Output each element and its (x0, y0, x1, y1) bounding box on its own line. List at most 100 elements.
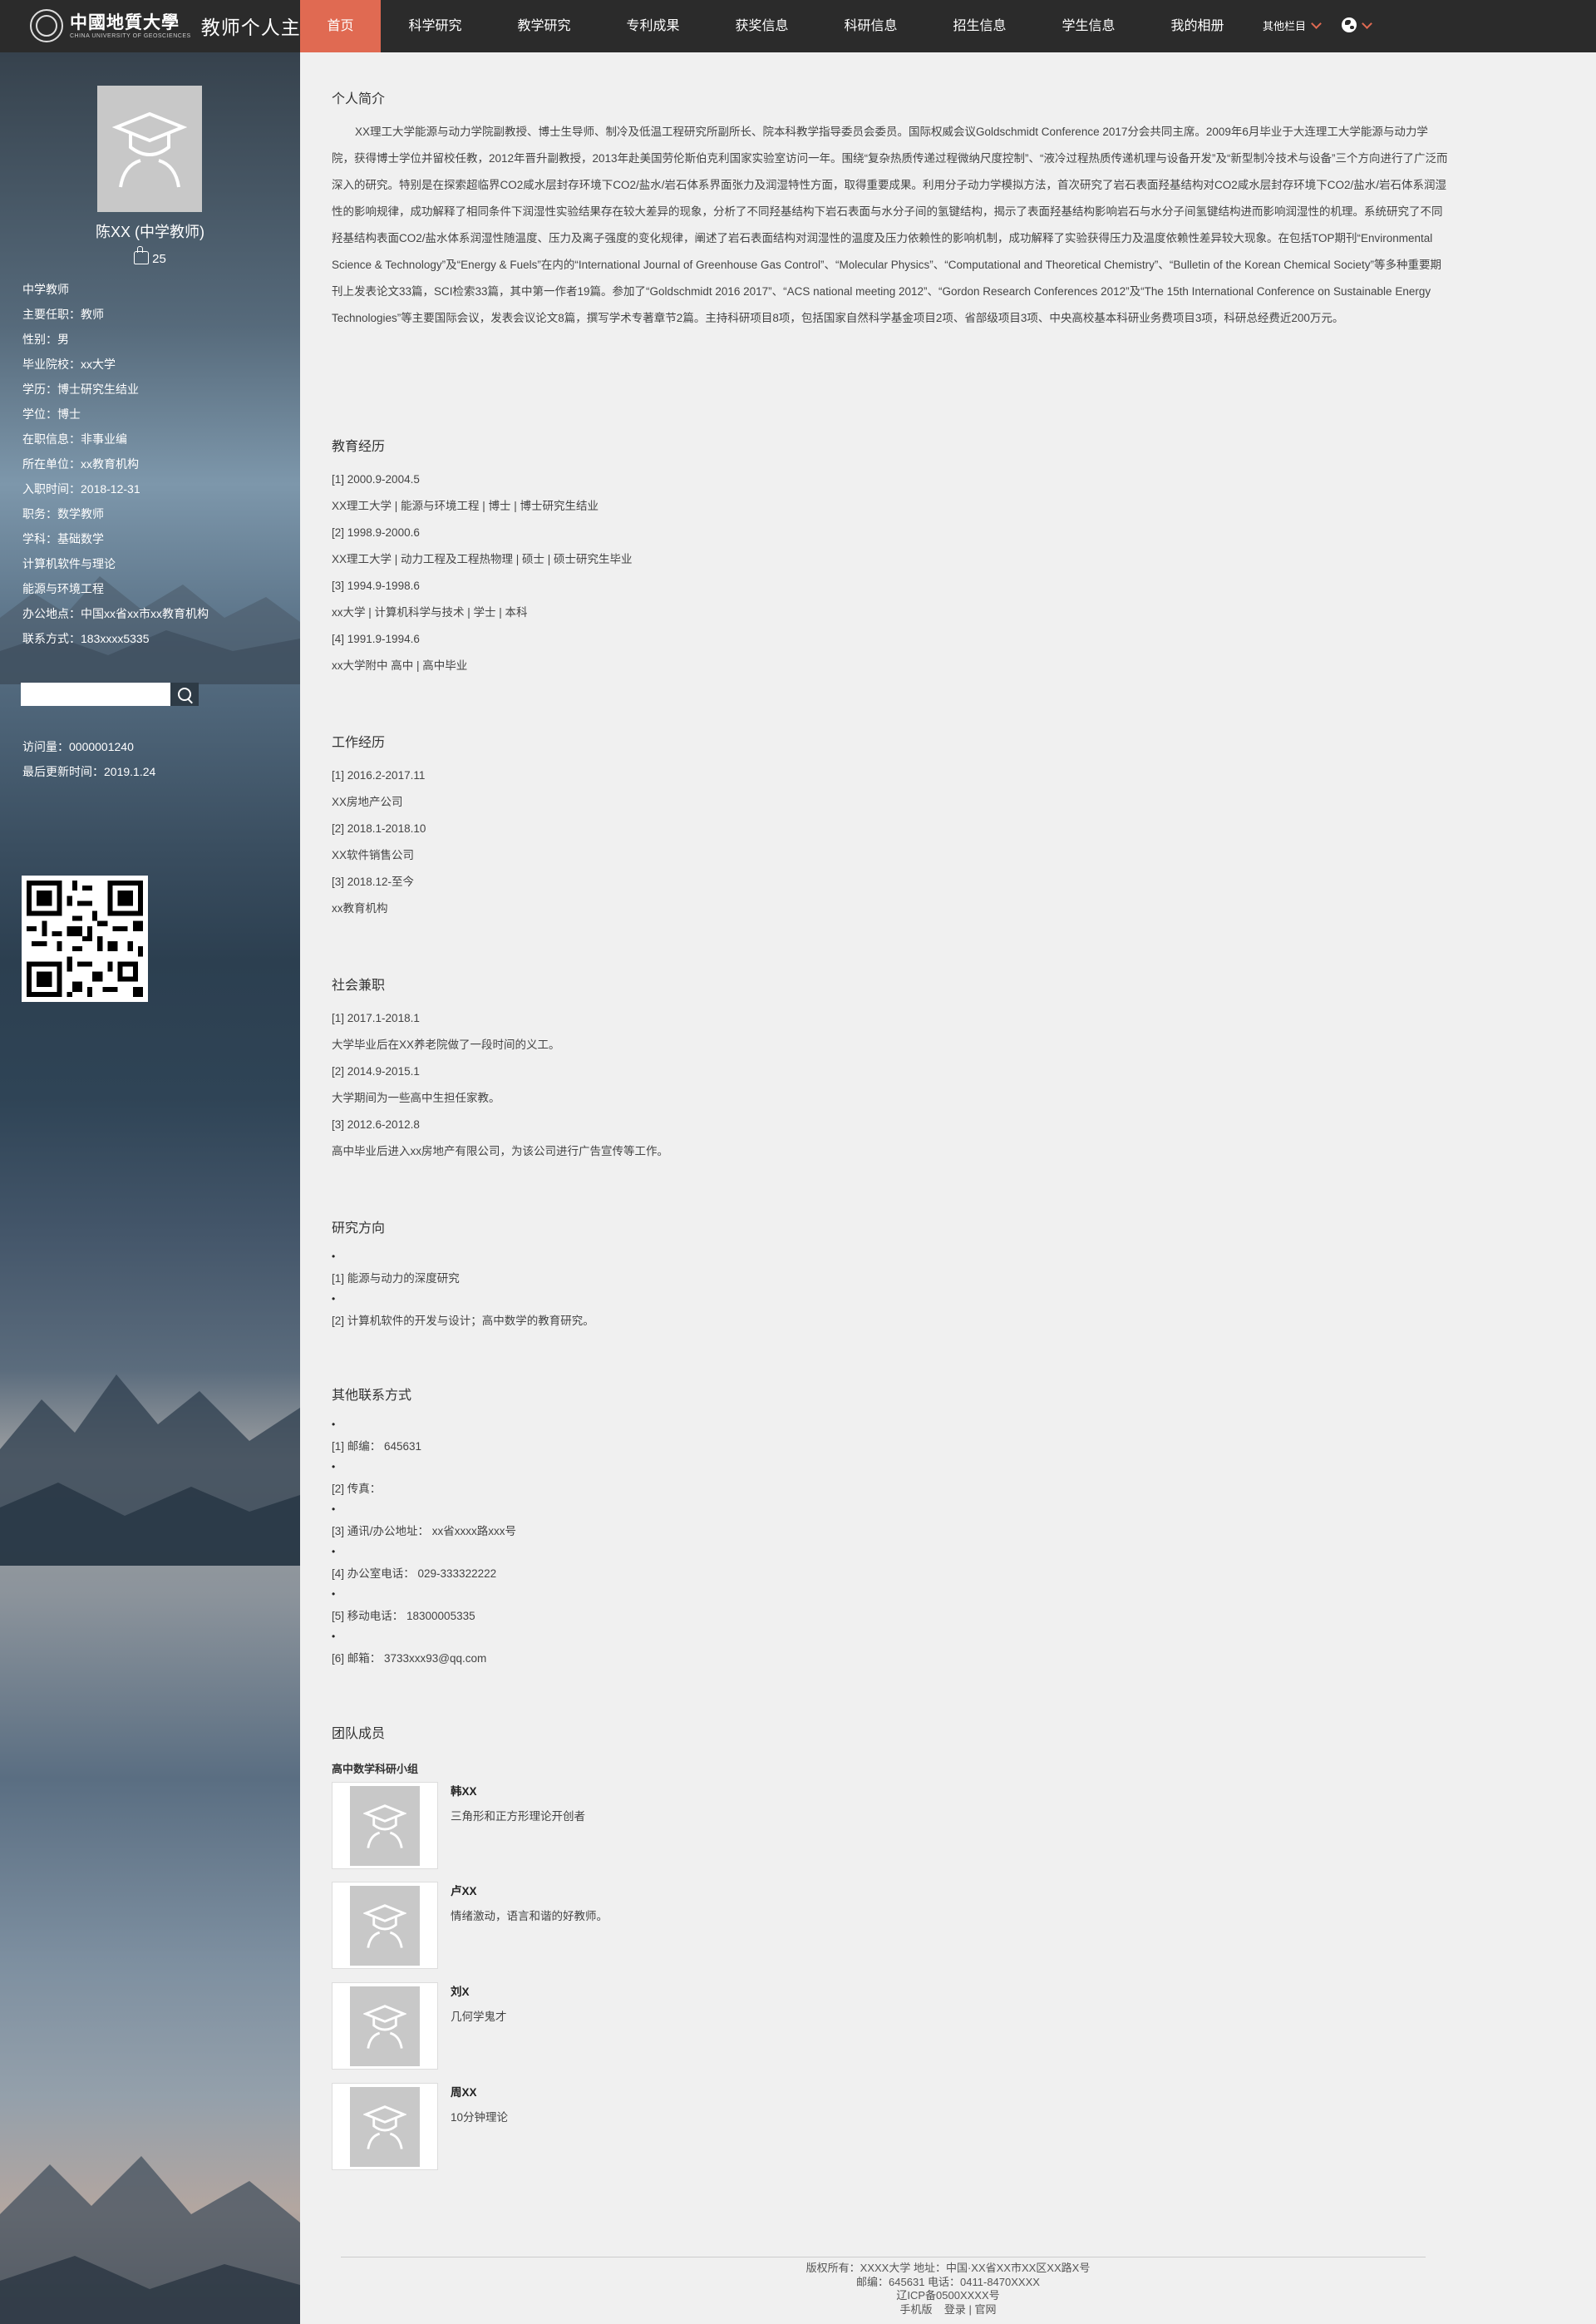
info-office: 办公地点：中国xx省xx市xx教育机构 (22, 607, 209, 620)
mobile-version-link[interactable]: 手机版 (899, 2303, 932, 2316)
top-navbar: 中國地質大學 CHINA UNIVERSITY OF GEOSCIENCES 教… (0, 0, 1596, 52)
profile-avatar (97, 86, 202, 212)
research-item: [2] 计算机软件的开发与设计；高中数学的教育研究。 (332, 1314, 594, 1327)
search-input[interactable] (21, 683, 170, 706)
research-list: • [1] 能源与动力的深度研究 • [2] 计算机软件的开发与设计；高中数学的… (332, 1246, 594, 1331)
nav-patents[interactable]: 专利成果 (598, 0, 707, 52)
education-list: [1] 2000.9-2004.5 XX理工大学 | 能源与环境工程 | 博士 … (332, 466, 633, 679)
nav-scientific-research[interactable]: 科学研究 (381, 0, 490, 52)
like-counter[interactable]: 25 (0, 246, 300, 266)
info-gender: 性别：男 (22, 333, 69, 346)
social-date: [3] 2012.6-2012.8 (332, 1118, 420, 1131)
member-photo[interactable] (332, 1982, 438, 2070)
member-photo[interactable] (332, 1782, 438, 1869)
list-bullet: • (332, 1293, 336, 1305)
info-unit: 所在单位：xx教育机构 (22, 457, 139, 471)
footer-icp[interactable]: 辽ICP备0500XXXX号 (300, 2289, 1596, 2303)
work-date: [2] 2018.1-2018.10 (332, 822, 426, 835)
member-desc: 几何学鬼才 (451, 2011, 507, 2023)
contact-list: • [1] 邮编： 645631 • [2] 传真： • [3] 通讯/办公地址… (332, 1414, 516, 1669)
education-date: [3] 1994.9-1998.6 (332, 580, 420, 592)
teacher-avatar-icon (363, 2004, 406, 2049)
search-button[interactable] (170, 683, 199, 706)
info-subject-3: 能源与环境工程 (22, 582, 104, 595)
work-title: 工作经历 (332, 736, 386, 750)
university-seal-icon (30, 9, 63, 42)
member-desc: 情绪激动，语言和谐的好教师。 (451, 1910, 608, 1922)
login-link[interactable]: 登录 (944, 2303, 966, 2316)
member-name[interactable]: 周XX (451, 2083, 477, 2099)
contact-mobile: [5] 移动电话： 18300005335 (332, 1609, 475, 1622)
like-count: 25 (152, 252, 166, 266)
page-stats: 访问量：0000001240 最后更新时间：2019.1.24 (22, 734, 155, 784)
thumbs-up-icon[interactable] (134, 246, 150, 264)
mountain-background (0, 2156, 300, 2324)
social-detail: 高中毕业后进入xx房地产有限公司，为该公司进行广告宣传等工作。 (332, 1145, 668, 1157)
member-name[interactable]: 刘X (451, 1982, 470, 1999)
logo-english-name: CHINA UNIVERSITY OF GEOSCIENCES (70, 32, 191, 39)
nav-students[interactable]: 学生信息 (1034, 0, 1143, 52)
info-position: 主要任职：教师 (22, 308, 104, 321)
education-detail: xx大学 | 计算机科学与技术 | 学士 | 本科 (332, 606, 528, 619)
list-bullet: • (332, 1631, 336, 1642)
main-nav: 首页 科学研究 教学研究 专利成果 获奖信息 科研信息 招生信息 学生信息 我的… (300, 0, 1381, 52)
work-list: [1] 2016.2-2017.11 XX房地产公司 [2] 2018.1-20… (332, 762, 426, 922)
education-detail: XX理工大学 | 动力工程及工程热物理 | 硕士 | 硕士研究生毕业 (332, 553, 633, 565)
page-footer: 版权所有：XXXX大学 地址：中国·XX省XX市XX区XX路X号 邮编：6456… (300, 2262, 1596, 2317)
contact-fax: [2] 传真： (332, 1482, 382, 1495)
member-name[interactable]: 韩XX (451, 1782, 477, 1799)
nav-home[interactable]: 首页 (300, 0, 381, 52)
teacher-avatar-icon (363, 1903, 406, 1948)
info-degree: 学位：博士 (22, 407, 81, 421)
work-detail: xx教育机构 (332, 902, 388, 915)
list-bullet: • (332, 1503, 336, 1515)
qr-code (22, 876, 148, 1002)
footer-copyright: 版权所有：XXXX大学 地址：中国·XX省XX市XX区XX路X号 (805, 2262, 1091, 2274)
footer-contact: 邮编：645631 电话：0411-8470XXXX (856, 2275, 1040, 2288)
contact-address: [3] 通讯/办公地址： xx省xxxx路xxx号 (332, 1524, 517, 1537)
profile-sidebar: 陈XX (中学教师) 25 中学教师 主要任职：教师 性别：男 毕业院校：xx大… (0, 52, 300, 2324)
list-bullet: • (332, 1546, 336, 1557)
info-title: 中学教师 (22, 283, 69, 296)
sidebar-search (21, 683, 199, 706)
work-date: [1] 2016.2-2017.11 (332, 769, 426, 782)
team-group-name: 高中数学科研小组 (332, 1763, 419, 1775)
contact-title: 其他联系方式 (332, 1389, 412, 1403)
teacher-name: 陈XX (中学教师) (95, 224, 204, 240)
nav-awards[interactable]: 获奖信息 (707, 0, 816, 52)
list-bullet: • (332, 1419, 336, 1430)
member-desc: 三角形和正方形理论开创者 (451, 1810, 585, 1823)
social-date: [2] 2014.9-2015.1 (332, 1065, 420, 1078)
contact-office-phone: [4] 办公室电话： 029-333322222 (332, 1567, 497, 1580)
social-detail: 大学毕业后在XX养老院做了一段时间的义工。 (332, 1039, 560, 1051)
member-photo[interactable] (332, 1882, 438, 1969)
work-detail: XX房地产公司 (332, 796, 403, 808)
profile-info-list: 中学教师 主要任职：教师 性别：男 毕业院校：xx大学 学历：博士研究生结业 学… (22, 277, 288, 651)
nav-research-info[interactable]: 科研信息 (816, 0, 925, 52)
visit-count: 访问量：0000001240 (22, 740, 134, 753)
nav-album[interactable]: 我的相册 (1143, 0, 1252, 52)
member-photo[interactable] (332, 2083, 438, 2170)
nav-admissions[interactable]: 招生信息 (925, 0, 1034, 52)
social-date: [1] 2017.1-2018.1 (332, 1012, 420, 1024)
research-title: 研究方向 (332, 1221, 386, 1236)
list-bullet: • (332, 1251, 336, 1262)
info-duty: 职务：数学教师 (22, 507, 104, 521)
last-update: 最后更新时间：2019.1.24 (22, 765, 156, 778)
nav-teaching-research[interactable]: 教学研究 (490, 0, 598, 52)
nav-more-dropdown[interactable]: 其他栏目 (1252, 0, 1331, 52)
list-bullet: • (332, 1588, 336, 1600)
info-subject-2: 计算机软件与理论 (22, 557, 116, 570)
official-site-link[interactable]: 官网 (975, 2303, 997, 2316)
research-item: [1] 能源与动力的深度研究 (332, 1271, 460, 1285)
globe-icon (1341, 17, 1357, 32)
university-logo[interactable]: 中國地質大學 CHINA UNIVERSITY OF GEOSCIENCES 教… (30, 8, 321, 43)
education-date: [4] 1991.9-1994.6 (332, 633, 420, 645)
language-switcher[interactable] (1331, 0, 1381, 52)
social-detail: 大学期间为一些高中生担任家教。 (332, 1092, 500, 1104)
work-detail: XX软件销售公司 (332, 849, 415, 861)
nav-more-label: 其他栏目 (1262, 20, 1306, 32)
info-education: 学历：博士研究生结业 (22, 382, 139, 396)
contact-email: [6] 邮箱： 3733xxx93@qq.com (332, 1651, 487, 1665)
member-name[interactable]: 卢XX (451, 1882, 477, 1898)
